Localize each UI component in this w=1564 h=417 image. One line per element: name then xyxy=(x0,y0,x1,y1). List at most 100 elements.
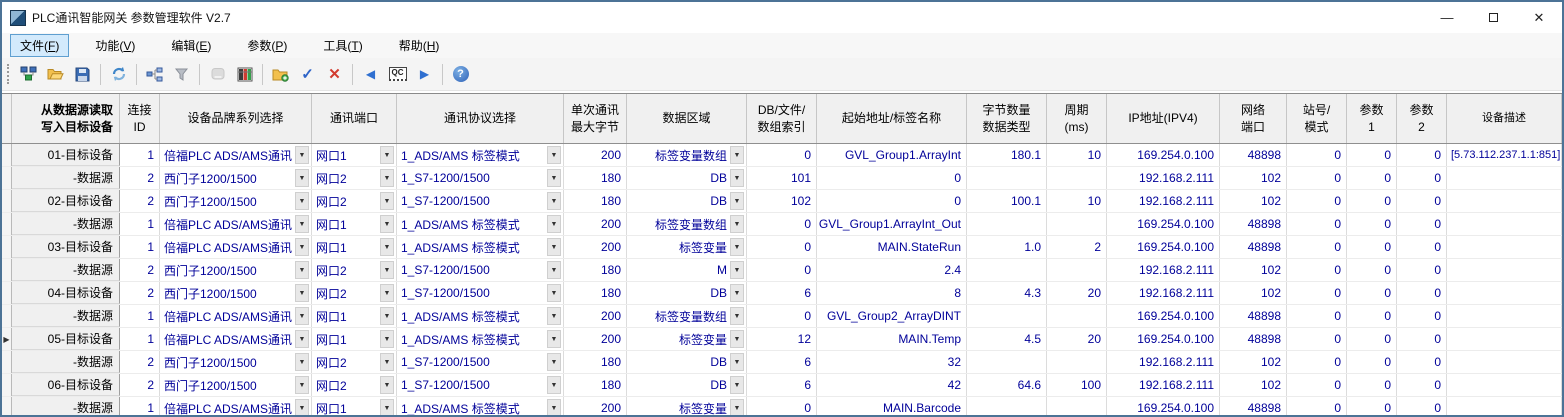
grid-cell-ip[interactable]: 169.254.0.100 xyxy=(1107,144,1220,166)
grid-cell-brand[interactable]: 倍福PLC ADS/AMS通讯▼ xyxy=(160,236,312,258)
grid-cell-byte_type[interactable]: 4.3 xyxy=(967,282,1047,304)
grid-cell-net_port[interactable]: 102 xyxy=(1220,190,1287,212)
grid-cell-byte_type[interactable] xyxy=(967,305,1047,327)
grid-cell-protocol[interactable]: 1_ADS/AMS 标签模式▼ xyxy=(397,213,564,235)
combo-arrow-icon[interactable]: ▼ xyxy=(730,330,744,348)
grid-cell-station[interactable]: 0 xyxy=(1287,213,1347,235)
grid-cell-conn_id[interactable]: 1 xyxy=(120,144,160,166)
grid-cell-db_index[interactable]: 6 xyxy=(747,374,817,396)
grid-cell-param2[interactable]: 0 xyxy=(1397,328,1447,350)
column-header-port[interactable]: 通讯端口 xyxy=(312,94,397,143)
grid-cell-address[interactable]: MAIN.Temp xyxy=(817,328,967,350)
grid-cell-conn_id[interactable]: 1 xyxy=(120,305,160,327)
column-header-param2[interactable]: 参数2 xyxy=(1397,94,1447,143)
grid-cell-net_port[interactable]: 48898 xyxy=(1220,397,1287,415)
combo-arrow-icon[interactable]: ▼ xyxy=(295,399,309,415)
grid-cell-db_index[interactable]: 0 xyxy=(747,397,817,415)
grid-cell-data_area[interactable]: DB▼ xyxy=(627,374,747,396)
grid-cell-desc[interactable]: [5.73.112.237.1.1:851] xyxy=(1447,144,1562,166)
combo-arrow-icon[interactable]: ▼ xyxy=(730,146,744,164)
grid-cell-port[interactable]: 网口2▼ xyxy=(312,259,397,281)
grid-cell-max_bytes[interactable]: 180 xyxy=(564,282,627,304)
device-monitor-button[interactable] xyxy=(205,62,230,87)
grid-cell-desc[interactable] xyxy=(1447,305,1562,327)
grid-cell-param2[interactable]: 0 xyxy=(1397,351,1447,373)
qc-button[interactable]: QC xyxy=(385,62,410,87)
minimize-button[interactable]: — xyxy=(1424,2,1470,33)
grid-cell-cycle[interactable] xyxy=(1047,167,1107,189)
grid-cell-param1[interactable]: 0 xyxy=(1347,167,1397,189)
grid-cell-brand[interactable]: 西门子1200/1500▼ xyxy=(160,282,312,304)
grid-cell-conn_id[interactable]: 1 xyxy=(120,236,160,258)
grid-cell-param2[interactable]: 0 xyxy=(1397,236,1447,258)
combo-arrow-icon[interactable]: ▼ xyxy=(380,376,394,394)
grid-cell-param1[interactable]: 0 xyxy=(1347,144,1397,166)
filter-plug-button[interactable] xyxy=(169,62,194,87)
menu-item-function[interactable]: 功能(V) xyxy=(85,34,145,57)
grid-cell-brand[interactable]: 西门子1200/1500▼ xyxy=(160,167,312,189)
combo-arrow-icon[interactable]: ▼ xyxy=(380,146,394,164)
grid-cell-param1[interactable]: 0 xyxy=(1347,328,1397,350)
topology-button[interactable] xyxy=(142,62,167,87)
row-indicator-cell[interactable]: ▶ xyxy=(2,328,12,350)
combo-arrow-icon[interactable]: ▼ xyxy=(730,261,744,279)
prev-button[interactable]: ◀ xyxy=(358,62,383,87)
grid-cell-net_port[interactable]: 102 xyxy=(1220,259,1287,281)
combo-arrow-icon[interactable]: ▼ xyxy=(380,192,394,210)
grid-cell-param1[interactable]: 0 xyxy=(1347,397,1397,415)
combo-arrow-icon[interactable]: ▼ xyxy=(380,238,394,256)
column-header-param1[interactable]: 参数1 xyxy=(1347,94,1397,143)
grid-cell-protocol[interactable]: 1_S7-1200/1500▼ xyxy=(397,374,564,396)
grid-cell-address[interactable]: GVL_Group1.ArrayInt_Out xyxy=(817,213,967,235)
grid-cell-brand[interactable]: 西门子1200/1500▼ xyxy=(160,190,312,212)
column-header-rowhdr[interactable]: 从数据源读取写入目标设备 xyxy=(12,94,120,143)
grid-cell-port[interactable]: 网口1▼ xyxy=(312,144,397,166)
grid-cell-desc[interactable] xyxy=(1447,351,1562,373)
grid-cell-port[interactable]: 网口2▼ xyxy=(312,374,397,396)
row-header-cell[interactable]: 05-目标设备 xyxy=(12,328,120,350)
combo-arrow-icon[interactable]: ▼ xyxy=(380,284,394,302)
column-header-conn_id[interactable]: 连接ID xyxy=(120,94,160,143)
grid-cell-protocol[interactable]: 1_S7-1200/1500▼ xyxy=(397,167,564,189)
grid-cell-desc[interactable] xyxy=(1447,259,1562,281)
grid-cell-station[interactable]: 0 xyxy=(1287,397,1347,415)
grid-cell-max_bytes[interactable]: 180 xyxy=(564,190,627,212)
grid-cell-net_port[interactable]: 102 xyxy=(1220,374,1287,396)
grid-cell-ip[interactable]: 192.168.2.111 xyxy=(1107,374,1220,396)
grid-cell-data_area[interactable]: 标签变量▼ xyxy=(627,397,747,415)
grid-cell-desc[interactable] xyxy=(1447,374,1562,396)
grid-cell-max_bytes[interactable]: 180 xyxy=(564,351,627,373)
grid-cell-data_area[interactable]: DB▼ xyxy=(627,190,747,212)
combo-arrow-icon[interactable]: ▼ xyxy=(295,307,309,325)
grid-cell-station[interactable]: 0 xyxy=(1287,167,1347,189)
combo-arrow-icon[interactable]: ▼ xyxy=(295,376,309,394)
combo-arrow-icon[interactable]: ▼ xyxy=(730,353,744,371)
grid-cell-ip[interactable]: 169.254.0.100 xyxy=(1107,328,1220,350)
grid-cell-net_port[interactable]: 48898 xyxy=(1220,305,1287,327)
grid-cell-db_index[interactable]: 0 xyxy=(747,259,817,281)
open-file-button[interactable] xyxy=(43,62,68,87)
grid-cell-byte_type[interactable]: 4.5 xyxy=(967,328,1047,350)
grid-cell-data_area[interactable]: DB▼ xyxy=(627,167,747,189)
grid-cell-net_port[interactable]: 48898 xyxy=(1220,213,1287,235)
row-indicator-cell[interactable] xyxy=(2,282,12,304)
grid-cell-max_bytes[interactable]: 200 xyxy=(564,144,627,166)
grid-cell-ip[interactable]: 169.254.0.100 xyxy=(1107,213,1220,235)
combo-arrow-icon[interactable]: ▼ xyxy=(547,399,561,415)
grid-cell-brand[interactable]: 倍福PLC ADS/AMS通讯▼ xyxy=(160,305,312,327)
grid-cell-cycle[interactable] xyxy=(1047,259,1107,281)
combo-arrow-icon[interactable]: ▼ xyxy=(295,215,309,233)
grid-cell-station[interactable]: 0 xyxy=(1287,328,1347,350)
grid-cell-data_area[interactable]: 标签变量数组▼ xyxy=(627,213,747,235)
grid-cell-ip[interactable]: 192.168.2.111 xyxy=(1107,282,1220,304)
grid-cell-conn_id[interactable]: 1 xyxy=(120,213,160,235)
combo-arrow-icon[interactable]: ▼ xyxy=(380,215,394,233)
grid-cell-brand[interactable]: 倍福PLC ADS/AMS通讯▼ xyxy=(160,397,312,415)
row-indicator-cell[interactable] xyxy=(2,236,12,258)
combo-arrow-icon[interactable]: ▼ xyxy=(547,146,561,164)
combo-arrow-icon[interactable]: ▼ xyxy=(380,169,394,187)
combo-arrow-icon[interactable]: ▼ xyxy=(547,215,561,233)
grid-cell-desc[interactable] xyxy=(1447,328,1562,350)
grid-cell-station[interactable]: 0 xyxy=(1287,305,1347,327)
grid-cell-byte_type[interactable] xyxy=(967,351,1047,373)
